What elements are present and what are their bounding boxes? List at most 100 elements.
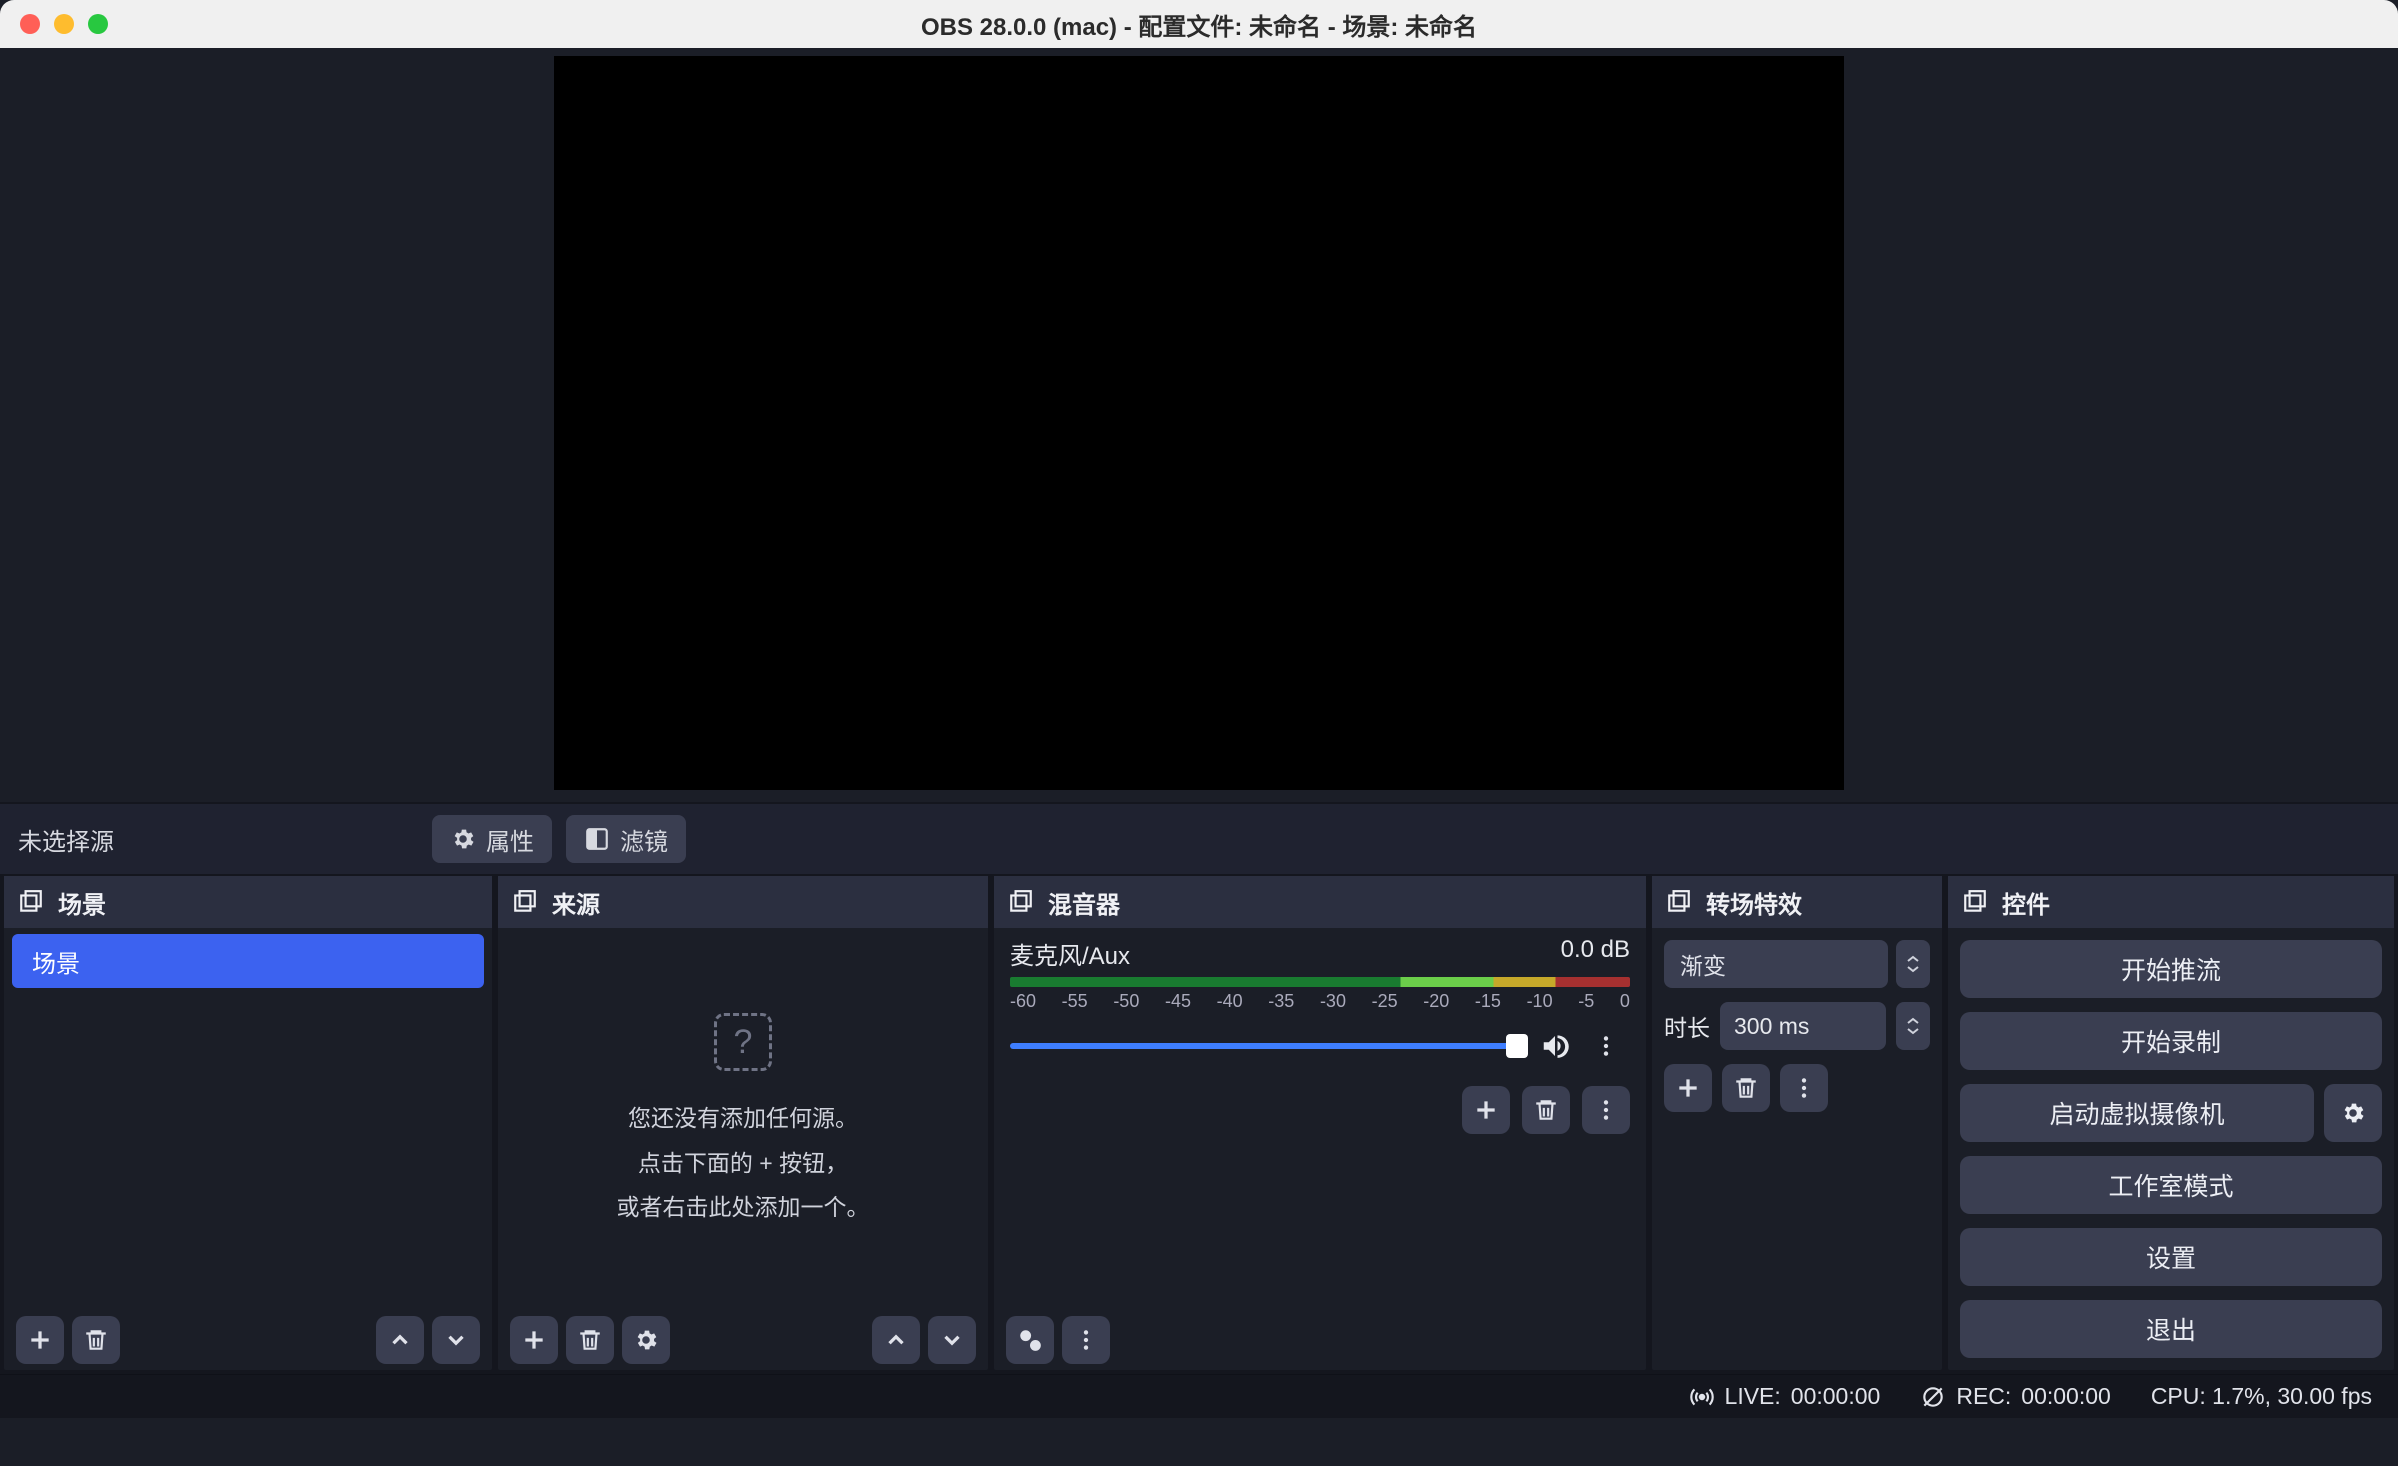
cpu-status: CPU: 1.7%, 30.00 fps xyxy=(2151,1383,2372,1410)
mixer-menu-button[interactable] xyxy=(1062,1316,1110,1364)
zoom-window-button[interactable] xyxy=(88,14,108,34)
stream-status: LIVE: 00:00:00 xyxy=(1689,1383,1881,1410)
mixer-channel-menu-button[interactable] xyxy=(1582,1022,1630,1070)
properties-label: 属性 xyxy=(486,822,534,857)
scenes-list[interactable]: 场景 xyxy=(4,928,492,1310)
chevron-down-icon xyxy=(939,1327,965,1353)
dock-popout-icon xyxy=(18,889,44,915)
add-transition-button[interactable] xyxy=(1664,1064,1712,1112)
close-window-button[interactable] xyxy=(20,14,40,34)
minimize-window-button[interactable] xyxy=(54,14,74,34)
chevron-up-icon xyxy=(1907,955,1919,963)
live-label: LIVE: xyxy=(1725,1383,1781,1410)
controls-dock: 控件 开始推流 开始录制 启动虚拟摄像机 工作室模式 设置 退出 xyxy=(1948,876,2394,1370)
start-streaming-button[interactable]: 开始推流 xyxy=(1960,940,2382,998)
tick: 0 xyxy=(1620,991,1630,1012)
mixer-header[interactable]: 混音器 xyxy=(994,876,1646,928)
mixer-more-button[interactable] xyxy=(1582,1086,1630,1134)
sources-empty-line1: 您还没有添加任何源。 xyxy=(628,1101,858,1136)
filters-button[interactable]: 滤镜 xyxy=(566,815,686,863)
status-bar: LIVE: 00:00:00 REC: 00:00:00 CPU: 1.7%, … xyxy=(0,1374,2398,1418)
tick: -60 xyxy=(1010,991,1036,1012)
gears-icon xyxy=(1017,1327,1043,1353)
plus-icon xyxy=(1473,1097,1499,1123)
mixer-dock: 混音器 麦克风/Aux 0.0 dB -60 -55 -50 -45 -40 -… xyxy=(994,876,1646,1370)
settings-button[interactable]: 设置 xyxy=(1960,1228,2382,1286)
preview-canvas[interactable] xyxy=(554,56,1844,790)
filters-icon xyxy=(584,826,610,852)
add-scene-button[interactable] xyxy=(16,1316,64,1364)
sources-footer xyxy=(498,1310,988,1370)
no-source-label: 未选择源 xyxy=(18,822,418,857)
tick: -45 xyxy=(1165,991,1191,1012)
remove-transition-button[interactable] xyxy=(1722,1064,1770,1112)
start-recording-button[interactable]: 开始录制 xyxy=(1960,1012,2382,1070)
duration-input[interactable]: 300 ms xyxy=(1720,1002,1886,1050)
scene-move-up-button[interactable] xyxy=(376,1316,424,1364)
properties-button[interactable]: 属性 xyxy=(432,815,552,863)
scene-item-label: 场景 xyxy=(32,944,80,979)
exit-button[interactable]: 退出 xyxy=(1960,1300,2382,1358)
rec-label: REC: xyxy=(1956,1383,2011,1410)
trash-icon xyxy=(577,1327,603,1353)
transition-select-stepper[interactable] xyxy=(1896,940,1930,988)
scene-move-down-button[interactable] xyxy=(432,1316,480,1364)
sources-empty-line3: 或者右击此处添加一个。 xyxy=(617,1190,870,1225)
add-source-button[interactable] xyxy=(510,1316,558,1364)
controls-title: 控件 xyxy=(2002,885,2050,920)
duration-label: 时长 xyxy=(1664,1009,1710,1043)
window-title: OBS 28.0.0 (mac) - 配置文件: 未命名 - 场景: 未命名 xyxy=(0,7,2398,42)
controls-header[interactable]: 控件 xyxy=(1948,876,2394,928)
remove-source-button[interactable] xyxy=(566,1316,614,1364)
volume-slider[interactable] xyxy=(1010,1043,1528,1049)
studio-mode-button[interactable]: 工作室模式 xyxy=(1960,1156,2382,1214)
broadcast-icon xyxy=(1689,1384,1715,1410)
docks-row: 场景 场景 来源 ? 您还没有添加任何源。 点击下面的 + 按钮， 或者右击此处… xyxy=(0,874,2398,1374)
sources-header[interactable]: 来源 xyxy=(498,876,988,928)
advanced-audio-button[interactable] xyxy=(1006,1316,1054,1364)
more-vertical-icon xyxy=(1073,1327,1099,1353)
tick: -50 xyxy=(1113,991,1139,1012)
source-toolbar: 未选择源 属性 滤镜 xyxy=(0,802,2398,874)
rec-time: 00:00:00 xyxy=(2021,1383,2111,1410)
remove-mixer-source-button[interactable] xyxy=(1522,1086,1570,1134)
chevron-down-icon xyxy=(1907,1027,1919,1035)
meter-ticks: -60 -55 -50 -45 -40 -35 -30 -25 -20 -15 … xyxy=(1010,991,1630,1012)
tick: -25 xyxy=(1372,991,1398,1012)
scenes-dock: 场景 场景 xyxy=(4,876,492,1370)
volume-slider-thumb[interactable] xyxy=(1506,1034,1528,1058)
chevron-up-icon xyxy=(387,1327,413,1353)
sources-empty-state: ? 您还没有添加任何源。 点击下面的 + 按钮， 或者右击此处添加一个。 xyxy=(498,928,988,1310)
controls-body: 开始推流 开始录制 启动虚拟摄像机 工作室模式 设置 退出 xyxy=(1948,928,2394,1370)
live-time: 00:00:00 xyxy=(1791,1383,1881,1410)
sources-list[interactable]: ? 您还没有添加任何源。 点击下面的 + 按钮， 或者右击此处添加一个。 xyxy=(498,928,988,1310)
transition-select[interactable]: 渐变 xyxy=(1664,940,1888,988)
transitions-header[interactable]: 转场特效 xyxy=(1652,876,1942,928)
duration-stepper[interactable] xyxy=(1896,1002,1930,1050)
question-frame-icon: ? xyxy=(714,1013,772,1071)
scene-item[interactable]: 场景 xyxy=(12,934,484,988)
mixer-global-actions xyxy=(994,1070,1646,1134)
sources-empty-line2: 点击下面的 + 按钮， xyxy=(638,1146,848,1181)
trash-icon xyxy=(83,1327,109,1353)
volume-meter xyxy=(1010,977,1630,987)
window-controls xyxy=(0,14,108,34)
sources-title: 来源 xyxy=(552,885,600,920)
sources-dock: 来源 ? 您还没有添加任何源。 点击下面的 + 按钮， 或者右击此处添加一个。 xyxy=(498,876,988,1370)
source-move-down-button[interactable] xyxy=(928,1316,976,1364)
scenes-header[interactable]: 场景 xyxy=(4,876,492,928)
dock-popout-icon xyxy=(1962,889,1988,915)
tick: -55 xyxy=(1062,991,1088,1012)
filters-label: 滤镜 xyxy=(620,822,668,857)
transition-properties-button[interactable] xyxy=(1780,1064,1828,1112)
trash-icon xyxy=(1733,1075,1759,1101)
dock-popout-icon xyxy=(1008,889,1034,915)
virtual-cam-settings-button[interactable] xyxy=(2324,1084,2382,1142)
source-move-up-button[interactable] xyxy=(872,1316,920,1364)
add-mixer-source-button[interactable] xyxy=(1462,1086,1510,1134)
remove-scene-button[interactable] xyxy=(72,1316,120,1364)
start-virtual-cam-button[interactable]: 启动虚拟摄像机 xyxy=(1960,1084,2314,1142)
speaker-icon[interactable] xyxy=(1540,1031,1570,1061)
source-properties-button[interactable] xyxy=(622,1316,670,1364)
tick: -35 xyxy=(1268,991,1294,1012)
